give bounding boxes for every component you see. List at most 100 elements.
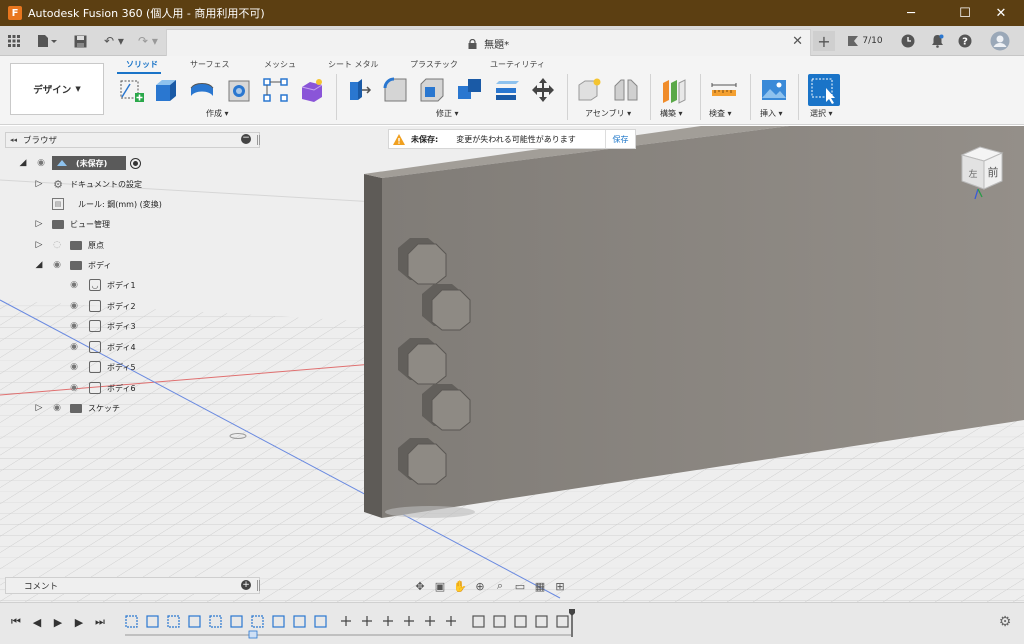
- tree-item-bodies[interactable]: ◢ ◉ ボディ: [34, 256, 112, 274]
- comments-resize-handle[interactable]: [257, 580, 260, 591]
- step-forward-icon[interactable]: ▶: [72, 615, 86, 629]
- clock-history-icon[interactable]: [900, 33, 916, 49]
- grid-settings-icon[interactable]: ▦: [530, 578, 550, 594]
- select-group-label[interactable]: 選択 ▾: [810, 108, 833, 119]
- tab-utility[interactable]: ユーティリティ: [490, 59, 545, 70]
- add-comment-plus-icon[interactable]: +: [241, 580, 251, 590]
- construct-group-label[interactable]: 構築 ▾: [660, 108, 683, 119]
- step-back-icon[interactable]: ◀: [30, 615, 44, 629]
- tree-item-body-3[interactable]: ◉ ボディ3: [67, 317, 136, 335]
- visibility-eye-icon[interactable]: ◉: [67, 301, 81, 311]
- tree-item-sketches[interactable]: ▷ ◉ スケッチ: [34, 399, 120, 417]
- press-pull-icon[interactable]: [345, 76, 373, 104]
- visibility-eye-icon[interactable]: ◉: [67, 321, 81, 331]
- orbit-icon[interactable]: ✥: [410, 578, 430, 594]
- visibility-eye-icon[interactable]: ◉: [67, 383, 81, 393]
- combine-icon[interactable]: [456, 76, 484, 104]
- tree-item-view-manager[interactable]: ▷ ビュー管理: [34, 215, 110, 233]
- visibility-eye-icon[interactable]: ◉: [67, 280, 81, 290]
- workspace-dropdown[interactable]: デザイン ▼: [10, 63, 104, 115]
- visibility-eye-icon[interactable]: ◉: [67, 342, 81, 352]
- offset-plane-icon[interactable]: [659, 76, 687, 104]
- tab-solid[interactable]: ソリッド: [126, 59, 158, 70]
- browser-resize-handle[interactable]: [257, 135, 260, 145]
- hidden-eye-icon[interactable]: ◌: [50, 240, 64, 250]
- modify-group-label[interactable]: 修正 ▾: [436, 108, 459, 119]
- comments-panel-header[interactable]: コメント +: [5, 577, 260, 594]
- close-window-button[interactable]: ✕: [978, 0, 1024, 26]
- tab-surface[interactable]: サーフェス: [190, 59, 230, 70]
- user-avatar[interactable]: [990, 31, 1010, 51]
- move-copy-icon[interactable]: [529, 76, 557, 104]
- create-group-label[interactable]: 作成 ▾: [206, 108, 229, 119]
- tree-item-body-2[interactable]: ◉ ボディ2: [67, 297, 136, 315]
- collapse-panel-icon[interactable]: ◂◂: [10, 136, 17, 144]
- visibility-eye-icon[interactable]: ◉: [67, 362, 81, 372]
- browser-root-node[interactable]: ◢ ◉ (未保存): [18, 154, 141, 172]
- revolve-icon[interactable]: [188, 76, 216, 104]
- file-menu-icon[interactable]: [34, 33, 60, 49]
- select-tool-icon[interactable]: [808, 74, 840, 106]
- split-body-icon[interactable]: [493, 76, 521, 104]
- tree-item-units[interactable]: ▤ ルール: 鋼(mm) (変換): [52, 195, 162, 213]
- create-sketch-icon[interactable]: [118, 76, 146, 104]
- expand-triangle-icon[interactable]: ▷: [34, 179, 44, 189]
- visibility-eye-icon[interactable]: ◉: [34, 158, 48, 168]
- shell-icon[interactable]: [418, 76, 446, 104]
- redo-icon[interactable]: ↷ ▾: [134, 33, 162, 49]
- go-to-end-icon[interactable]: ⏭: [93, 615, 107, 629]
- joint-icon[interactable]: [612, 76, 640, 104]
- timeline-settings-gear-icon[interactable]: ⚙: [998, 614, 1012, 630]
- form-icon[interactable]: [298, 76, 326, 104]
- tab-sheet-metal[interactable]: シート メタル: [328, 59, 379, 70]
- visibility-eye-icon[interactable]: ◉: [50, 260, 64, 270]
- look-at-icon[interactable]: ▣: [430, 578, 450, 594]
- view-cube[interactable]: 左 前: [952, 143, 1014, 205]
- collapse-triangle-icon[interactable]: ◢: [18, 158, 28, 168]
- new-component-icon[interactable]: [576, 76, 604, 104]
- tree-item-origin[interactable]: ▷ ◌ 原点: [34, 236, 104, 254]
- save-link-button[interactable]: 保存: [605, 130, 635, 148]
- tab-plastic[interactable]: プラスチック: [410, 59, 458, 70]
- visibility-eye-icon[interactable]: ◉: [50, 403, 64, 413]
- expand-triangle-icon[interactable]: ▷: [34, 403, 44, 413]
- new-tab-plus-icon[interactable]: +: [813, 31, 835, 51]
- insert-group-label[interactable]: 挿入 ▾: [760, 108, 783, 119]
- timeline-scrollbar-thumb[interactable]: [248, 630, 258, 639]
- tree-item-document-settings[interactable]: ▷ ⚙ ドキュメントの設定: [34, 175, 142, 193]
- browser-collapse-minus-icon[interactable]: −: [241, 134, 251, 144]
- timeline-features[interactable]: [123, 613, 573, 639]
- inspect-group-label[interactable]: 検査 ▾: [709, 108, 732, 119]
- document-tab[interactable]: 無題* ✕: [166, 29, 811, 56]
- measure-icon[interactable]: [710, 76, 738, 104]
- undo-icon[interactable]: ↶ ▾: [100, 33, 128, 49]
- tree-item-body-4[interactable]: ◉ ボディ4: [67, 338, 136, 356]
- timeline-marker-handle[interactable]: [569, 609, 575, 637]
- fit-zoom-icon[interactable]: ⌕: [490, 578, 510, 594]
- tree-item-body-1[interactable]: ◉ ◡ ボディ1: [67, 276, 136, 294]
- collapse-triangle-icon[interactable]: ◢: [34, 260, 44, 270]
- extrude-icon[interactable]: [152, 76, 180, 104]
- tab-mesh[interactable]: メッシュ: [264, 59, 296, 70]
- expand-triangle-icon[interactable]: ▷: [34, 219, 44, 229]
- data-panel-grid-icon[interactable]: [6, 33, 22, 49]
- job-status-indicator[interactable]: 7/10: [845, 33, 885, 49]
- hole-icon[interactable]: [226, 76, 254, 104]
- expand-triangle-icon[interactable]: ▷: [34, 240, 44, 250]
- notification-bell-icon[interactable]: [929, 33, 945, 49]
- close-tab-icon[interactable]: ✕: [792, 34, 803, 49]
- assemble-group-label[interactable]: アセンブリ ▾: [585, 108, 631, 119]
- save-icon[interactable]: [72, 33, 88, 49]
- pattern-icon[interactable]: [262, 76, 290, 104]
- viewports-icon[interactable]: ⊞: [550, 578, 570, 594]
- help-icon[interactable]: ?: [957, 33, 973, 49]
- go-to-start-icon[interactable]: ⏮: [9, 615, 23, 629]
- tree-item-body-5[interactable]: ◉ ボディ5: [67, 358, 136, 376]
- pan-hand-icon[interactable]: ✋: [450, 578, 470, 594]
- browser-panel-header[interactable]: ◂◂ ブラウザ −: [5, 132, 260, 148]
- zoom-icon[interactable]: ⊕: [470, 578, 490, 594]
- play-icon[interactable]: ▶: [51, 615, 65, 629]
- fillet-icon[interactable]: [382, 76, 410, 104]
- display-settings-icon[interactable]: ▭: [510, 578, 530, 594]
- tree-item-body-6[interactable]: ◉ ボディ6: [67, 379, 136, 397]
